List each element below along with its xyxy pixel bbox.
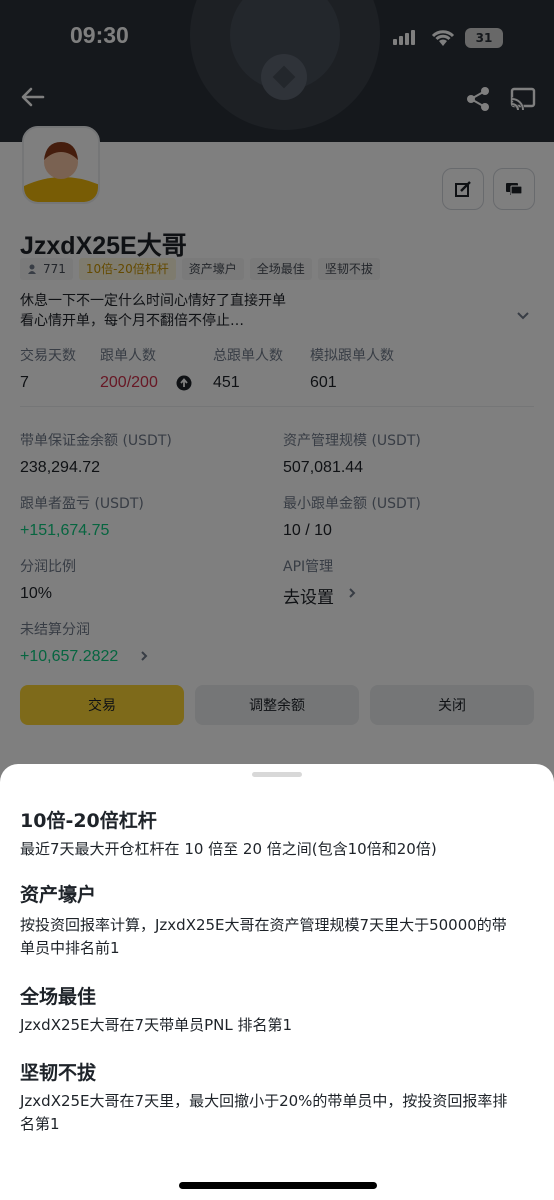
sheet-desc-best: JzxdX25E大哥在7天带单员PNL 排名第1: [20, 1016, 293, 1034]
sheet-desc-leverage: 最近7天最大开仓杠杆在 10 倍至 20 倍之间(包含10倍和20倍): [20, 840, 437, 858]
sheet-grab-handle[interactable]: [252, 772, 302, 777]
home-indicator[interactable]: [179, 1182, 377, 1189]
tag-info-sheet: 10倍-20倍杠杆 最近7天最大开仓杠杆在 10 倍至 20 倍之间(包含10倍…: [0, 764, 554, 1200]
sheet-desc-resilient: JzxdX25E大哥在7天里，最大回撤小于20%的带单员中，按投资回报率排名第1: [20, 1092, 508, 1133]
sheet-desc-rich: 按投资回报率计算，JzxdX25E大哥在资产管理规模7天里大于50000的带单员…: [20, 916, 507, 957]
sheet-title-rich: 资产壕户: [20, 884, 97, 906]
sheet-title-best: 全场最佳: [20, 986, 97, 1008]
sheet-title-resilient: 坚韧不拔: [20, 1062, 97, 1084]
sheet-title-leverage: 10倍-20倍杠杆: [20, 810, 157, 832]
